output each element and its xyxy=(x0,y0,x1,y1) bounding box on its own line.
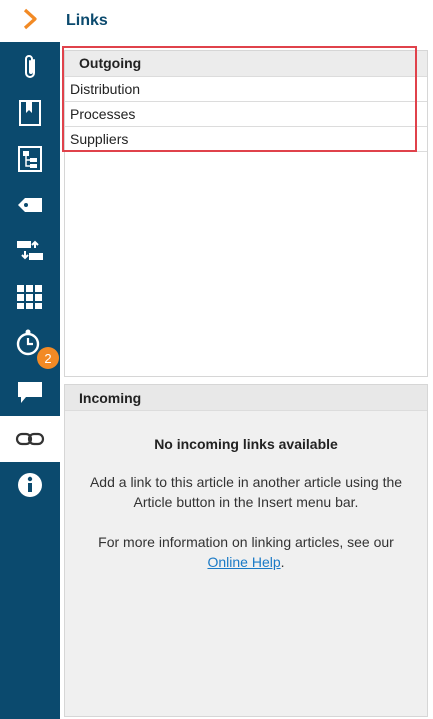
tag-icon xyxy=(16,195,44,215)
info-button[interactable] xyxy=(0,462,60,508)
tiles-button[interactable] xyxy=(0,274,60,320)
outgoing-link-item[interactable]: Processes xyxy=(65,102,427,127)
outgoing-link-item[interactable]: Suppliers xyxy=(65,127,427,152)
variants-button[interactable] xyxy=(0,228,60,274)
chevron-right-icon xyxy=(21,7,39,36)
help-text: For more information on linking articles… xyxy=(73,532,419,572)
bookmarks-button[interactable] xyxy=(0,90,60,136)
link-icon xyxy=(15,431,45,447)
structure-button[interactable] xyxy=(0,136,60,182)
structure-icon xyxy=(17,145,43,173)
outgoing-link-item[interactable]: Distribution xyxy=(65,77,427,102)
help-text-suffix: . xyxy=(280,554,285,570)
empty-state-hint: Add a link to this article in another ar… xyxy=(89,474,403,510)
notification-badge: 2 xyxy=(37,347,59,369)
online-help-link[interactable]: Online Help xyxy=(207,554,280,570)
paperclip-icon xyxy=(19,53,41,81)
history-button[interactable]: 2 xyxy=(0,320,60,369)
info-icon xyxy=(16,471,44,499)
comments-button[interactable] xyxy=(0,370,60,416)
outgoing-section: Outgoing Distribution Processes Supplier… xyxy=(64,50,428,377)
swap-icon xyxy=(15,238,45,264)
incoming-header: Incoming xyxy=(65,385,427,411)
panel-title: Links xyxy=(66,12,108,29)
help-text-prefix: For more information on linking articles… xyxy=(98,534,394,550)
incoming-section: Incoming No incoming links available Add… xyxy=(64,384,428,717)
grid-icon xyxy=(16,284,44,310)
attachments-button[interactable] xyxy=(0,44,60,90)
outgoing-header: Outgoing xyxy=(65,51,427,77)
empty-state-title: No incoming links available xyxy=(154,436,338,452)
bookmark-icon xyxy=(18,99,42,127)
links-button[interactable] xyxy=(0,416,60,462)
tags-button[interactable] xyxy=(0,182,60,228)
comment-icon xyxy=(16,380,44,406)
expand-panel-button[interactable] xyxy=(0,0,60,42)
